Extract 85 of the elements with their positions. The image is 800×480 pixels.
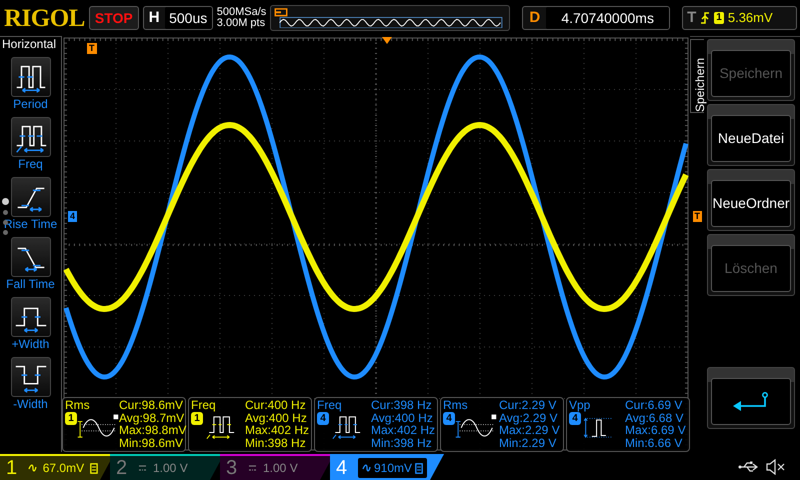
return-icon	[731, 392, 771, 412]
measure-button[interactable]	[10, 357, 50, 397]
menu-item-label[interactable]: Period	[13, 97, 48, 111]
measurement-value: Avg:2.29 V	[499, 412, 558, 424]
measurement-value: Max:6.69 V	[625, 424, 686, 436]
channel-badge: 1	[65, 412, 77, 425]
channel-tab[interactable]: 4 910mV	[330, 454, 444, 480]
measurement-value: Avg:400 Hz	[245, 412, 308, 424]
channel-number: 3	[226, 456, 238, 480]
trigger-position-marker[interactable]: T	[87, 43, 96, 54]
trigger-position-icon	[382, 37, 392, 44]
channel-badge: 4	[317, 412, 329, 425]
measurement-value: Avg:400 Hz	[371, 412, 434, 424]
channel-badge: 1	[191, 412, 203, 425]
delay-label: D	[528, 8, 542, 28]
bandwidth-limit-icon	[90, 462, 98, 474]
memory-depth: 3.00M pts	[216, 18, 266, 29]
dc-coupling-icon	[138, 464, 147, 472]
trigger-channel-badge: 1	[714, 12, 724, 24]
ac-coupling-icon	[362, 464, 371, 472]
channel-scale-field[interactable]: 910mV	[356, 457, 428, 479]
channel-scale: 1.00 V	[153, 460, 188, 477]
trigger-level-marker[interactable]: T	[692, 211, 702, 222]
measure-button[interactable]	[10, 117, 50, 157]
channel-scale: 1.00 V	[263, 460, 298, 477]
menu-item-label[interactable]: +Width	[12, 337, 50, 351]
measurement-value: Cur:98.6mV	[119, 399, 184, 412]
delay-panel[interactable]: D 4.70740000ms	[522, 6, 670, 30]
measurement-value: Max:98.8mV	[119, 424, 186, 436]
timebase-value: 500us	[164, 7, 212, 29]
measurement-value: Max:2.29 V	[499, 424, 560, 436]
usb-icon	[738, 461, 760, 473]
measurement-value: Min:98.6mV	[119, 436, 184, 449]
trigger-label: T	[687, 8, 696, 28]
speaker-muted-icon	[766, 459, 786, 475]
channel-offset-marker[interactable]: 4	[68, 211, 78, 222]
measure-button[interactable]	[10, 297, 50, 337]
measurement-value: Max:402 Hz	[371, 424, 436, 436]
run-stop-button[interactable]: STOP	[88, 6, 139, 30]
measurement-value: Cur:400 Hz	[245, 399, 307, 412]
measurement-value: Min:398 Hz	[371, 436, 433, 449]
return-button[interactable]	[711, 378, 791, 425]
measurement-value: Max:402 Hz	[245, 424, 310, 436]
menu-title: Horizontal	[1, 37, 56, 51]
bandwidth-limit-icon	[415, 462, 423, 474]
measurement-value: Avg:98.7mV	[119, 412, 186, 424]
softkey-button[interactable]: NeueDatei	[711, 115, 791, 162]
timebase-panel[interactable]: H 500us	[142, 6, 213, 30]
channel-scale: 910mV	[374, 460, 412, 477]
measurement-name: Freq	[317, 399, 343, 412]
measure-button[interactable]	[10, 177, 50, 217]
trigger-level: 5.36mV	[728, 9, 773, 28]
measurement-name: Rms	[65, 399, 91, 412]
menu-item-label[interactable]: -Width	[13, 397, 48, 411]
measurement-value: Min:6.66 V	[625, 436, 684, 449]
trigger-panel[interactable]: T 1 5.36mV	[682, 6, 797, 30]
menu-item-label[interactable]: Fall Time	[6, 277, 55, 291]
measurement-value: Cur:2.29 V	[499, 399, 558, 412]
channel-badge: 4	[569, 412, 581, 425]
measurement-name: Rms	[443, 399, 469, 412]
channel-number: 4	[336, 456, 348, 480]
channel-number: 1	[6, 456, 18, 480]
sample-rate: 500MSa/s	[216, 7, 266, 18]
measurement-value: Min:398 Hz	[245, 436, 307, 449]
delay-value: 4.70740000ms	[546, 7, 670, 29]
brand-logo: RIGOL	[4, 6, 85, 30]
rising-edge-icon	[700, 11, 710, 25]
trigger-position-icon	[274, 8, 288, 17]
measure-button[interactable]	[10, 237, 50, 277]
channel-number: 2	[116, 456, 128, 480]
menu-item-label[interactable]: Freq	[18, 157, 43, 171]
measure-button[interactable]	[10, 57, 50, 97]
measurement-name: Vpp	[569, 399, 592, 412]
menu-title: Speichern	[690, 39, 704, 113]
measurement-value: Cur:6.69 V	[625, 399, 684, 412]
channel-badge: 4	[443, 412, 455, 425]
dc-coupling-icon	[248, 464, 257, 472]
measurement-name: Freq	[191, 399, 217, 412]
ac-coupling-icon	[28, 464, 37, 472]
softkey-button[interactable]: NeueOrdner	[711, 180, 791, 227]
measurement-value: Cur:398 Hz	[371, 399, 433, 412]
measurement-value: Min:2.29 V	[499, 436, 558, 449]
measurement-value: Avg:6.68 V	[625, 412, 684, 424]
timebase-label: H	[148, 8, 161, 28]
channel-scale: 67.0mV	[42, 460, 84, 477]
